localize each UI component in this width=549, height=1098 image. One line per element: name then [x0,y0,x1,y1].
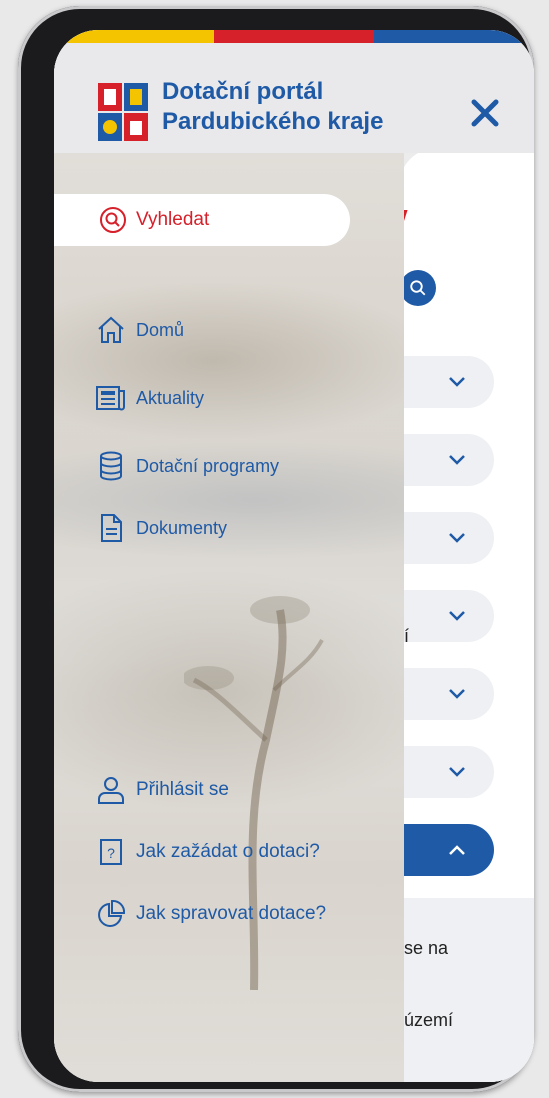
nav-item-how-to-apply[interactable]: ? Jak zažádat o dotaci? [94,834,320,870]
close-button[interactable] [467,95,503,131]
nav-item-home[interactable]: Domů [94,312,184,348]
screen: í se na území Dotační portál Pardubickéh… [54,30,534,1082]
nav-item-documents[interactable]: Dokumenty [94,510,227,546]
app-header: Dotační portál Pardubického kraje [54,43,534,153]
svg-text:?: ? [107,845,115,861]
search-icon [410,280,426,296]
home-icon [94,313,128,347]
accordion-body [399,898,534,1082]
chevron-down-icon [449,611,465,621]
newspaper-icon [94,381,128,415]
search-icon [98,205,128,235]
database-icon [94,449,128,483]
nav-item-programs[interactable]: Dotační programy [94,448,279,484]
nav-item-news[interactable]: Aktuality [94,380,204,416]
nav-label: Aktuality [136,387,205,408]
search-button[interactable] [400,270,436,306]
chevron-up-icon [449,845,465,855]
chevron-down-icon [449,377,465,387]
app-title-line2: Pardubického kraje [162,108,384,135]
nav-label: Jak zažádat o dotaci? [136,841,320,862]
nav-label: Přihlásit se [136,779,229,800]
phone-frame: í se na území Dotační portál Pardubickéh… [18,6,534,1092]
chevron-down-icon [449,455,465,465]
question-box-icon: ? [94,835,128,869]
chevron-down-icon [449,767,465,777]
nav-label: Dotační programy [136,455,280,476]
search-link[interactable]: Vyhledat [54,194,350,246]
app-title[interactable]: Dotační portál Pardubického kraje [162,77,383,137]
background-text: í [404,626,410,646]
nav-item-how-to-manage[interactable]: Jak spravovat dotace? [94,896,326,932]
chevron-down-icon [449,533,465,543]
nav-label: Jak spravovat dotace? [136,903,327,924]
pie-chart-icon [94,897,128,931]
nav-label: Domů [136,319,185,340]
flag-stripe [54,30,534,43]
app-title-line1: Dotační portál [162,78,324,105]
background-text: se na [404,938,449,958]
nav-item-login[interactable]: Přihlásit se [94,772,229,808]
user-icon [94,773,128,807]
nav-label: Dokumenty [136,517,228,538]
background-text: území [404,1010,454,1030]
document-icon [94,511,128,545]
chevron-down-icon [449,689,465,699]
search-label: Vyhledat [136,209,210,230]
coat-of-arms-logo [98,83,148,141]
close-icon [471,99,499,127]
